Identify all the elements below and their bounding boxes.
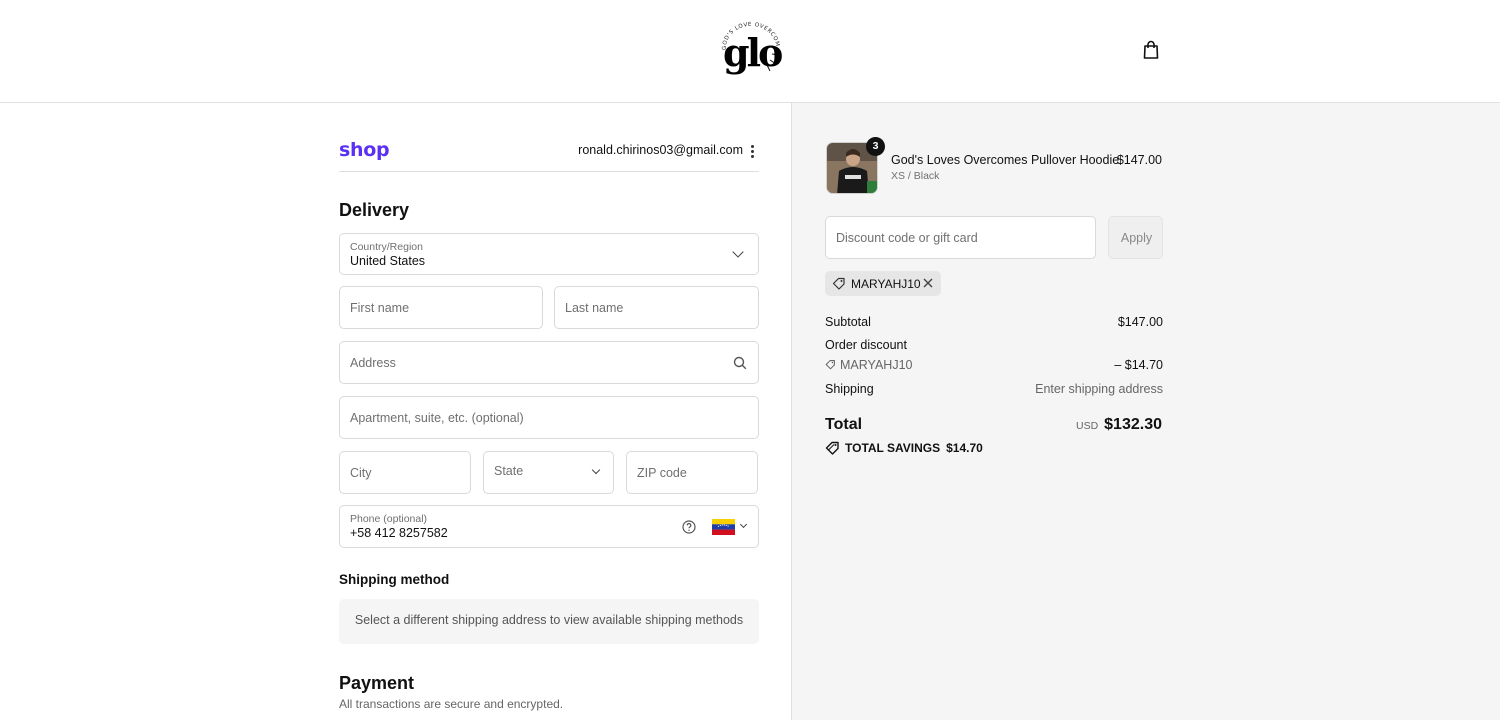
product-name: God's Loves Overcomes Pullover Hoodie bbox=[891, 153, 1120, 167]
chevron-down-icon bbox=[739, 520, 748, 529]
subtotal-row: Subtotal $147.00 bbox=[825, 315, 1163, 329]
savings-label: TOTAL SAVINGS bbox=[845, 441, 941, 455]
chevron-down-icon bbox=[732, 246, 744, 258]
zip-field[interactable]: ZIP code bbox=[626, 451, 758, 494]
discount-code-label: MARYAHJ10 bbox=[840, 358, 913, 372]
apartment-placeholder: Apartment, suite, etc. (optional) bbox=[350, 410, 524, 425]
delivery-title: Delivery bbox=[339, 200, 410, 220]
phone-label: Phone (optional) bbox=[350, 513, 428, 525]
zip-placeholder: ZIP code bbox=[637, 465, 687, 480]
header: GOD'S LOVE OVERCOMES glo bbox=[0, 0, 1500, 103]
remove-discount-icon[interactable] bbox=[921, 276, 935, 290]
state-select[interactable]: State bbox=[483, 451, 614, 494]
tag-icon bbox=[825, 360, 835, 370]
shop-pay-logo[interactable]: shop bbox=[339, 139, 390, 161]
payment-title: Payment bbox=[339, 673, 415, 693]
order-discount-row: Order discount bbox=[825, 338, 1163, 352]
chevron-down-icon bbox=[591, 465, 601, 475]
shipping-value: Enter shipping address bbox=[1035, 382, 1163, 396]
phone-field[interactable]: Phone (optional) +58 412 8257582 bbox=[339, 505, 759, 548]
apply-button-label: Apply bbox=[1120, 231, 1153, 245]
address-placeholder: Address bbox=[350, 355, 396, 370]
applied-discount-code: MARYAHJ10 bbox=[851, 277, 921, 291]
last-name-placeholder: Last name bbox=[565, 300, 624, 315]
country-value: United States bbox=[350, 254, 426, 268]
shipping-method-title: Shipping method bbox=[339, 572, 450, 587]
total-label: Total bbox=[825, 416, 863, 433]
product-variant: XS / Black bbox=[891, 170, 940, 182]
subtotal-value: $147.00 bbox=[1117, 315, 1163, 329]
apply-discount-button[interactable]: Apply bbox=[1108, 216, 1163, 259]
checkout-form: shop ronald.chirinos03@gmail.com Deliver… bbox=[0, 103, 791, 720]
total-value-group: USD $132.30 bbox=[1076, 416, 1162, 434]
city-field[interactable]: City bbox=[339, 451, 471, 494]
first-name-placeholder: First name bbox=[350, 300, 410, 315]
city-placeholder: City bbox=[350, 465, 372, 480]
state-placeholder: State bbox=[494, 464, 524, 478]
phone-value: +58 412 8257582 bbox=[350, 526, 448, 540]
total-value: $132.30 bbox=[1104, 416, 1162, 433]
brand-logo[interactable]: GOD'S LOVE OVERCOMES glo bbox=[718, 20, 784, 76]
shipping-row: Shipping Enter shipping address bbox=[825, 382, 1163, 396]
first-name-field[interactable]: First name bbox=[339, 286, 543, 329]
discount-placeholder: Discount code or gift card bbox=[836, 231, 978, 245]
apartment-field[interactable]: Apartment, suite, etc. (optional) bbox=[339, 396, 759, 439]
savings-value: $14.70 bbox=[946, 441, 983, 455]
order-summary: 3 God's Loves Overcomes Pullover Hoodie … bbox=[791, 103, 1500, 720]
country-select[interactable]: Country/Region United States bbox=[339, 233, 759, 275]
total-savings: TOTAL SAVINGS $14.70 bbox=[825, 441, 983, 455]
discount-value: – $14.70 bbox=[1114, 358, 1163, 372]
help-icon[interactable] bbox=[682, 520, 696, 534]
shipping-method-notice: Select a different shipping address to v… bbox=[339, 599, 759, 644]
last-name-field[interactable]: Last name bbox=[554, 286, 759, 329]
shipping-method-message: Select a different shipping address to v… bbox=[354, 613, 744, 627]
venezuela-flag-icon[interactable] bbox=[712, 519, 735, 535]
applied-discount-chip: MARYAHJ10 bbox=[825, 271, 941, 296]
more-vertical-icon[interactable] bbox=[747, 143, 757, 159]
shipping-label: Shipping bbox=[825, 382, 874, 396]
tag-icon bbox=[832, 277, 845, 290]
quantity-badge: 3 bbox=[866, 137, 885, 156]
account-email: ronald.chirinos03@gmail.com bbox=[578, 143, 743, 157]
payment-subtitle: All transactions are secure and encrypte… bbox=[339, 697, 564, 711]
subtotal-label: Subtotal bbox=[825, 315, 871, 329]
logo-word: glo bbox=[723, 30, 783, 75]
savings-tag-icon bbox=[825, 441, 839, 455]
shopping-bag-icon[interactable] bbox=[1142, 40, 1160, 60]
country-label: Country/Region bbox=[350, 241, 423, 253]
search-icon bbox=[733, 356, 747, 370]
address-field[interactable]: Address bbox=[339, 341, 759, 384]
account-row: shop ronald.chirinos03@gmail.com bbox=[339, 139, 759, 172]
order-discount-label: Order discount bbox=[825, 338, 907, 352]
product-price: $147.00 bbox=[1116, 153, 1162, 167]
discount-code-row: MARYAHJ10 – $14.70 bbox=[825, 358, 1163, 372]
currency-code: USD bbox=[1075, 420, 1099, 432]
discount-code-input[interactable]: Discount code or gift card bbox=[825, 216, 1096, 259]
